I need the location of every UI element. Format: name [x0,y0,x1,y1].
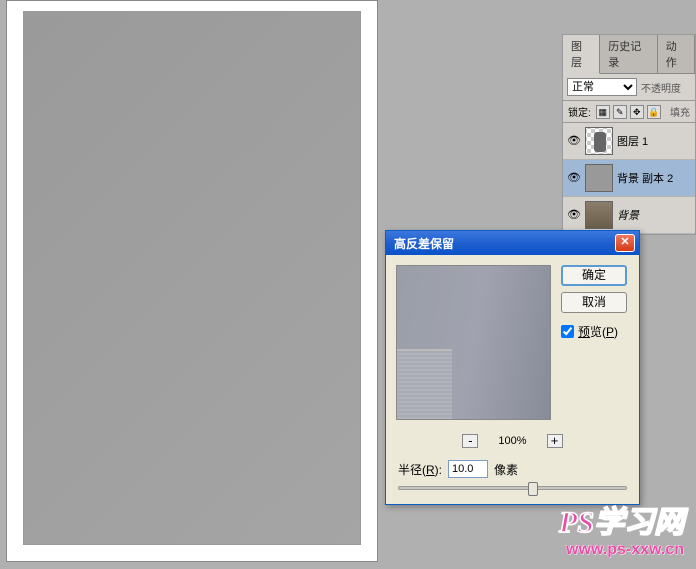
lock-paint-icon[interactable]: ✎ [613,105,627,119]
image-content [23,11,361,545]
radius-slider[interactable] [398,486,627,490]
visibility-icon[interactable]: 👁 [567,134,581,148]
layer-thumbnail[interactable] [585,164,613,192]
tab-history[interactable]: 历史记录 [600,35,658,73]
preview-checkbox[interactable] [561,325,574,338]
lock-transparency-icon[interactable]: ▦ [596,105,610,119]
zoom-level: 100% [498,435,526,447]
close-button[interactable]: ✕ [615,234,635,252]
panel-controls: 正常 不透明度 [563,74,695,101]
layers-panel: 图层 历史记录 动作 正常 不透明度 锁定: ▦ ✎ ✥ 🔒 填充 👁 图层 1… [562,34,696,235]
ok-button[interactable]: 确定 [561,265,627,286]
preview-checkbox-label: 预览(P) [578,323,618,340]
layer-name: 背景 副本 2 [617,170,673,186]
radius-label: 半径(R): [398,461,442,478]
blend-mode-select[interactable]: 正常 [567,78,637,96]
watermark-title: PS学习网 [559,497,684,541]
radius-input[interactable] [448,460,488,478]
dialog-buttons: 确定 取消 预览(P) [561,265,627,420]
watermark: PS学习网 www.ps-xxw.cn [559,497,684,559]
layer-name: 背景 [617,207,639,223]
zoom-in-button[interactable]: + [547,434,563,448]
slider-thumb[interactable] [528,482,538,496]
visibility-icon[interactable]: 👁 [567,171,581,185]
cancel-button[interactable]: 取消 [561,292,627,313]
zoom-out-button[interactable]: - [462,434,478,448]
panel-tabs: 图层 历史记录 动作 [563,35,695,74]
layer-row[interactable]: 👁 背景 副本 2 [563,160,695,197]
layer-thumbnail[interactable] [585,201,613,229]
dialog-titlebar[interactable]: 高反差保留 ✕ [386,231,639,255]
zoom-controls: - 100% + [386,430,639,456]
preview-texture [397,349,452,419]
layer-thumbnail[interactable] [585,127,613,155]
radius-row: 半径(R): 像素 [386,456,639,486]
preview-column [396,265,551,420]
layer-row[interactable]: 👁 图层 1 [563,123,695,160]
tab-layers[interactable]: 图层 [563,35,600,74]
visibility-icon[interactable]: 👁 [567,208,581,222]
watermark-url: www.ps-xxw.cn [559,541,684,559]
high-pass-dialog: 高反差保留 ✕ 确定 取消 预览(P) - 100% + 半径(R): 像素 [385,230,640,505]
tab-actions[interactable]: 动作 [658,35,695,73]
preview-checkbox-row[interactable]: 预览(P) [561,323,627,340]
filter-preview[interactable] [396,265,551,420]
layer-row[interactable]: 👁 背景 [563,197,695,234]
lock-row: 锁定: ▦ ✎ ✥ 🔒 填充 [563,101,695,123]
radius-unit: 像素 [494,461,518,478]
lock-position-icon[interactable]: ✥ [630,105,644,119]
lock-all-icon[interactable]: 🔒 [647,105,661,119]
lock-label: 锁定: [568,104,591,119]
opacity-label: 不透明度 [641,80,681,95]
layer-name: 图层 1 [617,133,648,149]
fill-label: 填充 [670,104,690,119]
dialog-title: 高反差保留 [394,235,454,252]
document-canvas[interactable] [6,0,378,562]
